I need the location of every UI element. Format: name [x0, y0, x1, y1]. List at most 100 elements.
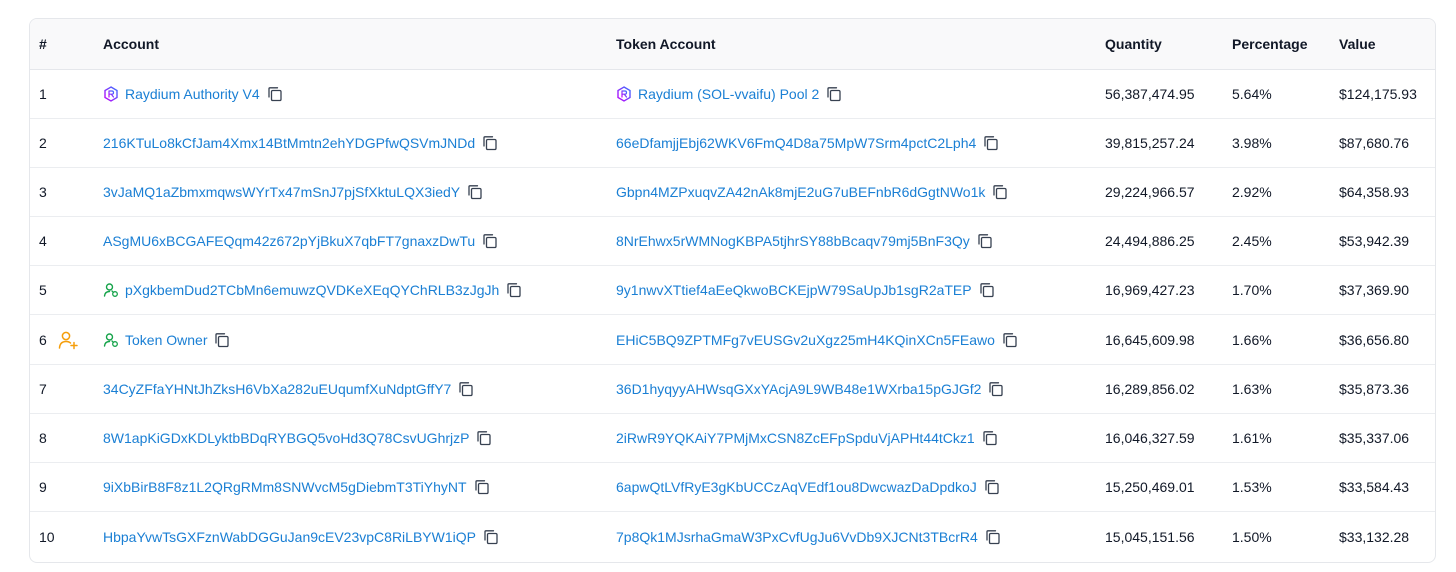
- row-index: 1: [39, 85, 47, 102]
- raydium-icon: [104, 85, 118, 102]
- copy-account-icon[interactable]: [483, 529, 499, 545]
- quantity-cell: 16,969,427.23: [1105, 265, 1232, 315]
- copy-account-icon[interactable]: [476, 430, 492, 446]
- row-index: 3: [39, 183, 47, 200]
- token-account-link[interactable]: 7p8Qk1MJsrhaGmaW3PxCvfUgJu6VvDb9XJCNt3TB…: [616, 529, 978, 545]
- table-row: 1 Raydium Authority V4 Raydium (SOL-vvaifu…: [30, 69, 1435, 118]
- copy-account-icon[interactable]: [467, 184, 483, 200]
- token-account-cell: 36D1hyqyyAHWsqGXxYAcjA9L9WB48e1WXrba15pG…: [616, 363, 1105, 414]
- value-cell: $53,942.39: [1339, 216, 1435, 266]
- percentage-cell: 1.63%: [1232, 363, 1339, 414]
- percentage-cell: 1.53%: [1232, 461, 1339, 512]
- copy-token-account-icon[interactable]: [992, 184, 1008, 200]
- account-link[interactable]: 34CyZFfaYHNtJhZksH6VbXa282uEUqumfXuNdptG…: [103, 381, 451, 397]
- row-index-cell: 6: [30, 314, 103, 365]
- table-row: 3 3vJaMQ1aZbmxmqwsWYrTx47mSnJ7pjSfXktuLQX…: [30, 166, 1435, 217]
- account-cell: ASgMU6xBCGAFEQqm42z672pYjBkuX7qbFT7gnaxz…: [103, 216, 616, 266]
- value-cell: $87,680.76: [1339, 117, 1435, 168]
- account-cell: 9iXbBirB8F8z1L2QRgRMm8SNWvcM5gDiebmT3TiY…: [103, 461, 616, 512]
- header-quantity: Quantity: [1105, 19, 1232, 70]
- account-link[interactable]: 8W1apKiGDxKDLyktbBDqRYBGQ5voHd3Q78CsvUGh…: [103, 430, 469, 446]
- value-cell: $33,584.43: [1339, 461, 1435, 512]
- copy-account-icon[interactable]: [267, 86, 283, 102]
- account-link[interactable]: pXgkbemDud2TCbMn6emuwzQVDKeXEqQYChRLB3zJ…: [125, 282, 499, 298]
- token-account-cell: Gbpn4MZPxuqvZA42nAk8mjE2uG7uBEFnbR6dGgtN…: [616, 166, 1105, 217]
- token-account-link[interactable]: Gbpn4MZPxuqvZA42nAk8mjE2uG7uBEFnbR6dGgtN…: [616, 184, 985, 200]
- quantity-cell: 29,224,966.57: [1105, 166, 1232, 217]
- table-row: 7 34CyZFfaYHNtJhZksH6VbXa282uEUqumfXuNdpt…: [30, 363, 1435, 414]
- copy-account-icon[interactable]: [474, 479, 490, 495]
- quantity-cell: 56,387,474.95: [1105, 85, 1195, 102]
- copy-account-icon[interactable]: [506, 282, 522, 298]
- wallet-icon: [103, 283, 118, 298]
- copy-account-icon[interactable]: [482, 233, 498, 249]
- value-cell: $36,656.80: [1339, 314, 1435, 365]
- account-link[interactable]: 3vJaMQ1aZbmxmqwsWYrTx47mSnJ7pjSfXktuLQX3…: [103, 184, 460, 200]
- row-index-cell: 4: [30, 216, 103, 266]
- raydium-icon: [617, 85, 631, 102]
- quantity-cell: 15,045,151.56: [1105, 511, 1232, 561]
- token-account-cell: EHiC5BQ9ZPTMFg7vEUSGv2uXgz25mH4KQinXCn5F…: [616, 314, 1105, 365]
- value-cell: $35,337.06: [1339, 412, 1435, 463]
- header-token-account: Token Account: [616, 19, 1105, 70]
- token-account-cell: Raydium (SOL-vvaifu) Pool 2: [616, 69, 1105, 118]
- copy-token-account-icon[interactable]: [988, 381, 1004, 397]
- token-account-link[interactable]: Raydium (SOL-vvaifu) Pool 2: [638, 86, 819, 102]
- header-index: #: [30, 19, 103, 70]
- token-account-link[interactable]: 36D1hyqyyAHWsqGXxYAcjA9L9WB48e1WXrba15pG…: [616, 381, 981, 397]
- quantity-cell: 16,046,327.59: [1105, 412, 1232, 463]
- account-link[interactable]: HbpaYvwTsGXFznWabDGGuJan9cEV23vpC8RiLBYW…: [103, 529, 476, 545]
- token-account-link[interactable]: EHiC5BQ9ZPTMFg7vEUSGv2uXgz25mH4KQinXCn5F…: [616, 332, 995, 348]
- holders-table-card: # Account Token Account Quantity Percent…: [29, 18, 1436, 563]
- account-link[interactable]: ASgMU6xBCGAFEQqm42z672pYjBkuX7qbFT7gnaxz…: [103, 233, 475, 249]
- copy-token-account-icon[interactable]: [984, 479, 1000, 495]
- copy-account-icon[interactable]: [482, 135, 498, 151]
- account-cell: 8W1apKiGDxKDLyktbBDqRYBGQ5voHd3Q78CsvUGh…: [103, 412, 616, 463]
- table-row: 4 ASgMU6xBCGAFEQqm42z672pYjBkuX7qbFT7gnax…: [30, 216, 1435, 266]
- token-account-link[interactable]: 8NrEhwx5rWMNogKBPA5tjhrSY88bBcaqv79mj5Bn…: [616, 233, 970, 249]
- copy-account-icon[interactable]: [214, 332, 230, 348]
- account-link[interactable]: 9iXbBirB8F8z1L2QRgRMm8SNWvcM5gDiebmT3TiY…: [103, 479, 467, 495]
- percentage-cell: 2.92%: [1232, 166, 1339, 217]
- account-link[interactable]: 216KTuLo8kCfJam4Xmx14BtMmtn2ehYDGPfwQSVm…: [103, 135, 475, 151]
- header-percentage: Percentage: [1232, 19, 1339, 70]
- percentage-cell: 5.64%: [1232, 85, 1272, 102]
- copy-token-account-icon[interactable]: [1002, 332, 1018, 348]
- copy-token-account-icon[interactable]: [979, 282, 995, 298]
- account-link[interactable]: Raydium Authority V4: [125, 86, 260, 102]
- copy-token-account-icon[interactable]: [985, 529, 1001, 545]
- percentage-cell: 3.98%: [1232, 117, 1339, 168]
- account-cell: 216KTuLo8kCfJam4Xmx14BtMmtn2ehYDGPfwQSVm…: [103, 117, 616, 168]
- quantity-cell: 24,494,886.25: [1105, 216, 1232, 266]
- copy-account-icon[interactable]: [458, 381, 474, 397]
- token-account-cell: 6apwQtLVfRyE3gKbUCCzAqVEdf1ou8DwcwazDaDp…: [616, 461, 1105, 512]
- account-cell: Raydium Authority V4: [103, 69, 616, 118]
- account-cell: pXgkbemDud2TCbMn6emuwzQVDKeXEqQYChRLB3zJ…: [103, 265, 616, 315]
- row-index: 9: [39, 479, 47, 496]
- row-index: 10: [39, 528, 55, 545]
- copy-token-account-icon[interactable]: [983, 135, 999, 151]
- token-account-link[interactable]: 2iRwR9YQKAiY7PMjMxCSN8ZcEFpSpduVjAPHt44t…: [616, 430, 975, 446]
- copy-token-account-icon[interactable]: [826, 86, 842, 102]
- wallet-icon: [103, 332, 118, 347]
- account-cell: 3vJaMQ1aZbmxmqwsWYrTx47mSnJ7pjSfXktuLQX3…: [103, 166, 616, 217]
- row-index-cell: 7: [30, 363, 103, 414]
- token-account-link[interactable]: 6apwQtLVfRyE3gKbUCCzAqVEdf1ou8DwcwazDaDp…: [616, 479, 977, 495]
- token-account-link[interactable]: 66eDfamjjEbj62WKV6FmQ4D8a75MpW7Srm4pctC2…: [616, 135, 976, 151]
- quantity-cell: 16,289,856.02: [1105, 363, 1232, 414]
- table-row: 8 8W1apKiGDxKDLyktbBDqRYBGQ5voHd3Q78CsvUG…: [30, 412, 1435, 463]
- row-index-cell: 5: [30, 265, 103, 315]
- row-index-cell: 2: [30, 117, 103, 168]
- row-index: 7: [39, 380, 47, 397]
- token-account-cell: 66eDfamjjEbj62WKV6FmQ4D8a75MpW7Srm4pctC2…: [616, 117, 1105, 168]
- token-account-link[interactable]: 9y1nwvXTtief4aEeQkwoBCKEjpW79SaUpJb1sgR2…: [616, 282, 972, 298]
- copy-token-account-icon[interactable]: [982, 430, 998, 446]
- row-index-cell: 3: [30, 166, 103, 217]
- value-cell: $35,873.36: [1339, 363, 1435, 414]
- quantity-cell: 16,645,609.98: [1105, 314, 1232, 365]
- table-body: 1 Raydium Authority V4 Raydium (SOL-vvaifu…: [30, 69, 1435, 561]
- percentage-cell: 1.61%: [1232, 412, 1339, 463]
- copy-token-account-icon[interactable]: [977, 233, 993, 249]
- row-index: 8: [39, 429, 47, 446]
- account-link[interactable]: Token Owner: [125, 332, 207, 348]
